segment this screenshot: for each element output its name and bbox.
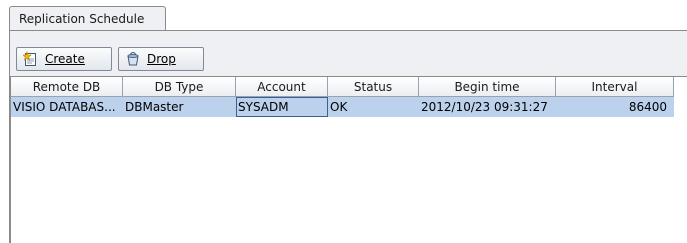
create-button-label: Create (45, 52, 85, 66)
cell-interval[interactable]: 86400 (556, 97, 674, 117)
drop-button[interactable]: Drop (118, 47, 204, 71)
drop-button-label: Drop (147, 52, 176, 66)
cell-begin-time[interactable]: 2012/10/23 09:31:27 (419, 97, 556, 117)
cell-db-type[interactable]: DBMaster (123, 97, 236, 117)
column-header-begin-time[interactable]: Begin time (419, 77, 556, 97)
column-header-account[interactable]: Account (236, 77, 328, 97)
column-header-remote-db[interactable]: Remote DB (11, 77, 123, 97)
tab-label: Replication Schedule (19, 12, 145, 26)
cell-account[interactable]: SYSADM (236, 97, 328, 117)
column-header-status[interactable]: Status (328, 77, 419, 97)
tab-replication-schedule[interactable]: Replication Schedule (9, 6, 166, 31)
column-header-interval[interactable]: Interval (556, 77, 674, 97)
cell-remote-db[interactable]: VISIO DATABAS... (11, 97, 123, 117)
replication-schedule-panel: Create Drop Remote DB DB Type Account St… (9, 31, 687, 243)
cell-status[interactable]: OK (328, 97, 419, 117)
replication-table: Remote DB DB Type Account Status Begin t… (10, 76, 687, 243)
tab-strip: Replication Schedule (0, 0, 687, 31)
column-header-db-type[interactable]: DB Type (123, 77, 236, 97)
create-new-icon (22, 51, 39, 67)
drop-bucket-icon (125, 51, 141, 67)
table-row[interactable]: VISIO DATABAS... DBMaster SYSADM OK 2012… (11, 97, 674, 117)
create-button[interactable]: Create (16, 47, 112, 71)
toolbar: Create Drop (16, 47, 204, 71)
table-header: Remote DB DB Type Account Status Begin t… (11, 77, 674, 97)
replication-window: Replication Schedule Create Drop Remote … (0, 0, 687, 243)
